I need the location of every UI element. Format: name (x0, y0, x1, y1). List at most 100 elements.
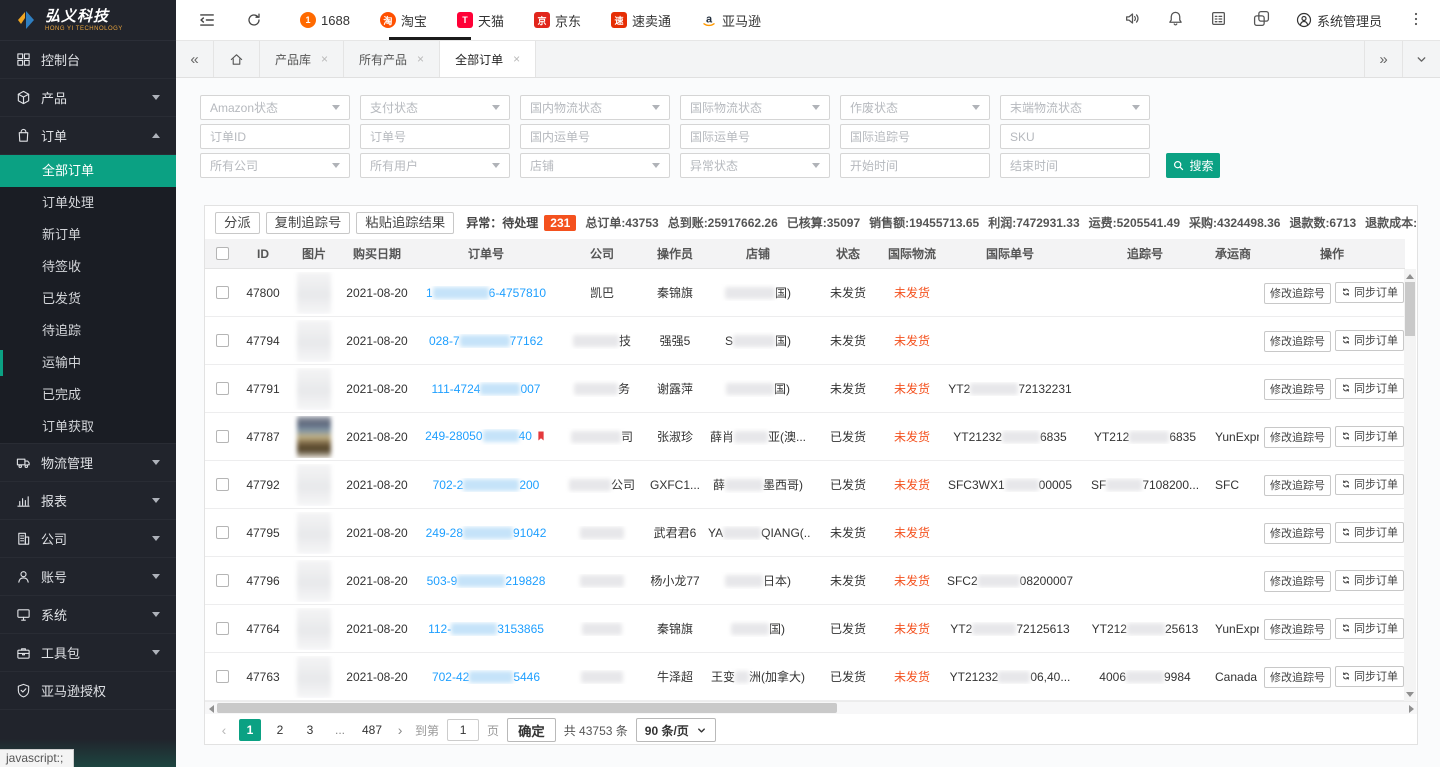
scroll-up-arrow[interactable] (1404, 269, 1416, 281)
exchange-icon[interactable] (1253, 10, 1270, 30)
cell-order-number[interactable]: 16-4757810 (413, 286, 559, 300)
sidebar-subitem[interactable]: 订单获取 (0, 411, 176, 443)
page-number[interactable]: 487 (359, 719, 385, 741)
tab-scroll-left[interactable]: « (176, 41, 214, 77)
row-checkbox[interactable] (216, 574, 229, 587)
tab-home[interactable] (214, 41, 260, 77)
sync-order-button[interactable]: 同步订单 (1335, 474, 1404, 495)
select-all-checkbox[interactable] (216, 247, 229, 260)
bell-icon[interactable] (1167, 10, 1184, 30)
sidebar-subitem[interactable]: 已发货 (0, 283, 176, 315)
sync-order-button[interactable]: 同步订单 (1335, 330, 1404, 351)
close-icon[interactable]: × (417, 52, 424, 66)
sidebar-item[interactable]: 账号 (0, 558, 176, 596)
sync-order-button[interactable]: 同步订单 (1335, 282, 1404, 303)
close-icon[interactable]: × (321, 52, 328, 66)
cell-order-number[interactable]: 503-9219828 (413, 574, 559, 588)
cell-order-number[interactable]: 249-2805040 (413, 429, 559, 445)
sidebar-subitem[interactable]: 订单处理 (0, 187, 176, 219)
sidebar-subitem[interactable]: 待签收 (0, 251, 176, 283)
next-page-button[interactable]: › (393, 722, 407, 738)
cell-order-number[interactable]: 112-3153865 (413, 622, 559, 636)
cell-order-number[interactable]: 111-4724007 (413, 382, 559, 396)
page-number[interactable]: 3 (299, 719, 321, 741)
confirm-page-button[interactable]: 确定 (507, 718, 556, 742)
goto-page-input[interactable] (447, 719, 479, 741)
toolbar-button[interactable]: 粘贴追踪结果 (356, 212, 454, 234)
vertical-scrollbar[interactable] (1404, 269, 1416, 701)
marketplace-link[interactable]: 淘淘宝 (380, 11, 427, 30)
sync-order-button[interactable]: 同步订单 (1335, 426, 1404, 447)
page-number[interactable]: 2 (269, 719, 291, 741)
sync-order-button[interactable]: 同步订单 (1335, 378, 1404, 399)
toolbar-button[interactable]: 分派 (215, 212, 260, 234)
filter-input[interactable]: 国际追踪号 (840, 124, 990, 149)
cell-order-number[interactable]: 702-2200 (413, 478, 559, 492)
sync-order-button[interactable]: 同步订单 (1335, 522, 1404, 543)
modify-tracking-button[interactable]: 修改追踪号 (1264, 427, 1331, 448)
user-menu[interactable]: 系统管理员 (1296, 11, 1382, 30)
sidebar-item[interactable]: 控制台 (0, 41, 176, 79)
sidebar-item[interactable]: 亚马逊授权 (0, 672, 176, 710)
filter-select[interactable]: 国内物流状态 (520, 95, 670, 120)
sidebar-item[interactable]: 公司 (0, 520, 176, 558)
sidebar-subitem[interactable]: 待追踪 (0, 315, 176, 347)
filter-input[interactable]: 国际运单号 (680, 124, 830, 149)
row-checkbox[interactable] (216, 478, 229, 491)
filter-input[interactable]: 订单号 (360, 124, 510, 149)
sidebar-item[interactable]: 订单 (0, 117, 176, 155)
filter-select[interactable]: 支付状态 (360, 95, 510, 120)
modify-tracking-button[interactable]: 修改追踪号 (1264, 475, 1331, 496)
tab-scroll-right[interactable]: » (1364, 41, 1402, 77)
modify-tracking-button[interactable]: 修改追踪号 (1264, 283, 1331, 304)
modify-tracking-button[interactable]: 修改追踪号 (1264, 523, 1331, 544)
toolbar-button[interactable]: 复制追踪号 (266, 212, 351, 234)
row-checkbox[interactable] (216, 670, 229, 683)
marketplace-link[interactable]: 京京东 (534, 11, 581, 30)
filter-input[interactable]: SKU (1000, 124, 1150, 149)
tab-menu-toggle[interactable] (1402, 41, 1440, 77)
filter-select[interactable]: 末端物流状态 (1000, 95, 1150, 120)
more-icon[interactable] (1408, 11, 1424, 30)
filter-select[interactable]: 店铺 (520, 153, 670, 178)
filter-select[interactable]: 所有公司 (200, 153, 350, 178)
tab-item[interactable]: 全部订单× (440, 41, 536, 77)
vertical-scroll-thumb[interactable] (1405, 282, 1415, 336)
sound-icon[interactable] (1124, 10, 1141, 30)
filter-select[interactable]: 国际物流状态 (680, 95, 830, 120)
filter-select[interactable]: Amazon状态 (200, 95, 350, 120)
refresh-icon[interactable] (246, 12, 262, 28)
filter-input[interactable]: 国内运单号 (520, 124, 670, 149)
cell-order-number[interactable]: 249-2891042 (413, 526, 559, 540)
marketplace-link[interactable]: a亚马逊 (701, 11, 761, 30)
sidebar-subitem[interactable]: 已完成 (0, 379, 176, 411)
modify-tracking-button[interactable]: 修改追踪号 (1264, 667, 1331, 688)
marketplace-link[interactable]: 速速卖通 (611, 11, 671, 30)
sidebar-subitem[interactable]: 运输中 (0, 347, 176, 379)
row-checkbox[interactable] (216, 286, 229, 299)
sync-order-button[interactable]: 同步订单 (1335, 666, 1404, 687)
filter-input[interactable]: 订单ID (200, 124, 350, 149)
search-button[interactable]: 搜索 (1166, 153, 1220, 178)
close-icon[interactable]: × (513, 52, 520, 66)
prev-page-button[interactable]: ‹ (217, 722, 231, 738)
marketplace-link[interactable]: 11688 (300, 11, 350, 30)
page-number[interactable]: 1 (239, 719, 261, 741)
row-checkbox[interactable] (216, 382, 229, 395)
scroll-down-arrow[interactable] (1404, 689, 1416, 701)
horizontal-scrollbar[interactable] (205, 701, 1417, 714)
row-checkbox[interactable] (216, 622, 229, 635)
filter-date-input[interactable]: 结束时间 (1000, 153, 1150, 178)
sidebar-item[interactable]: 物流管理 (0, 444, 176, 482)
collapse-sidebar-icon[interactable] (198, 11, 216, 29)
page-size-select[interactable]: 90 条/页 (636, 718, 716, 742)
filter-date-input[interactable]: 开始时间 (840, 153, 990, 178)
row-checkbox[interactable] (216, 430, 229, 443)
sidebar-item[interactable]: 工具包 (0, 634, 176, 672)
modify-tracking-button[interactable]: 修改追踪号 (1264, 619, 1331, 640)
sidebar-item[interactable]: 报表 (0, 482, 176, 520)
filter-select[interactable]: 作废状态 (840, 95, 990, 120)
apps-icon[interactable] (1210, 10, 1227, 30)
marketplace-link[interactable]: T天猫 (457, 11, 504, 30)
filter-select[interactable]: 异常状态 (680, 153, 830, 178)
